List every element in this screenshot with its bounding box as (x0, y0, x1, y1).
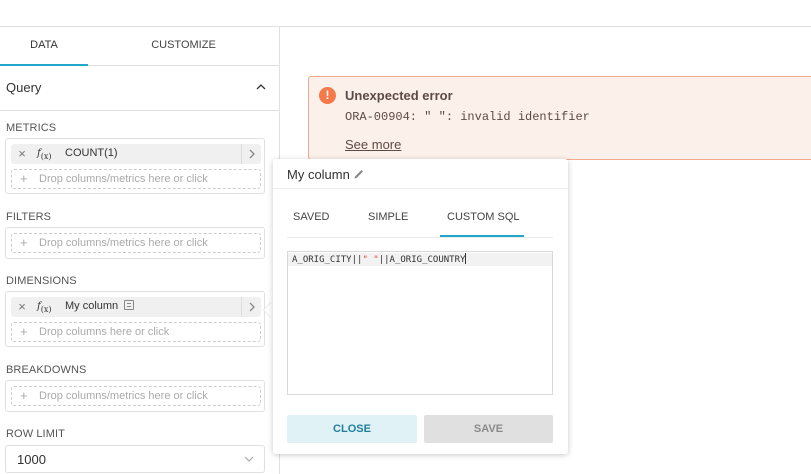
control-panel: DATA CUSTOMIZE Query METRICS × f(x) COUN… (0, 27, 280, 474)
breakdowns-drop-zone[interactable]: + Drop columns/metrics here or click (11, 386, 261, 406)
tab-simple[interactable]: SIMPLE (368, 211, 408, 223)
metrics-label: METRICS (6, 122, 57, 134)
row-limit-label: ROW LIMIT (6, 428, 65, 440)
popover-title-text: My column (287, 167, 350, 182)
row-limit-value: 1000 (17, 452, 46, 467)
filters-drop-zone[interactable]: + Drop columns/metrics here or click (11, 233, 261, 253)
remove-icon[interactable]: × (15, 299, 29, 315)
chevron-down-icon (244, 456, 254, 462)
text-cursor (465, 253, 467, 264)
column-editor-popover: My column SAVED SIMPLE CUSTOM SQL A_ORIG… (273, 159, 568, 454)
popover-arrow (264, 302, 272, 318)
dimensions-box: × f(x) My column + Drop columns here or … (5, 291, 265, 347)
popover-title[interactable]: My column (287, 167, 364, 182)
breakdowns-label: BREAKDOWNS (6, 364, 87, 376)
plus-icon: + (20, 171, 28, 186)
tab-data[interactable]: DATA (0, 27, 88, 66)
filters-label: FILTERS (6, 211, 52, 223)
drop-placeholder: Drop columns/metrics here or click (39, 173, 208, 185)
tab-customize[interactable]: CUSTOMIZE (88, 27, 279, 66)
error-message: ORA-00904: " ": invalid identifier (345, 110, 590, 124)
sql-editor[interactable]: A_ORIG_CITY||" "||A_ORIG_COUNTRY (287, 251, 553, 395)
query-title: Query (6, 80, 42, 95)
row-limit-select[interactable]: 1000 (5, 445, 265, 473)
dimensions-drop-zone[interactable]: + Drop columns here or click (11, 322, 261, 342)
close-button[interactable]: CLOSE (287, 415, 417, 443)
save-button[interactable]: SAVE (424, 415, 553, 443)
dimension-item[interactable]: × f(x) My column (11, 297, 261, 317)
pencil-icon[interactable] (353, 169, 364, 180)
metrics-drop-zone[interactable]: + Drop columns/metrics here or click (11, 169, 261, 189)
error-title: Unexpected error (345, 88, 453, 103)
drop-placeholder: Drop columns/metrics here or click (39, 390, 208, 402)
tab-saved[interactable]: SAVED (293, 211, 329, 223)
divider (0, 110, 279, 111)
panel-tabs: DATA CUSTOMIZE (0, 27, 279, 66)
sql-token: A_ORIG_CITY|| (292, 255, 363, 265)
sql-code: A_ORIG_CITY||" "||A_ORIG_COUNTRY (292, 253, 467, 267)
see-more-link[interactable]: See more (345, 137, 401, 152)
alert-icon: ! (319, 87, 336, 104)
metric-item-label: COUNT(1) (65, 147, 118, 159)
drop-placeholder: Drop columns here or click (39, 326, 170, 338)
plus-icon: + (20, 235, 28, 250)
dimension-item-text: My column (65, 300, 119, 312)
error-alert: ! Unexpected error ORA-00904: " ": inval… (308, 76, 811, 160)
plus-icon: + (20, 324, 28, 339)
calculator-icon (124, 300, 135, 310)
breakdowns-box: + Drop columns/metrics here or click (5, 380, 265, 412)
chevron-right-icon[interactable] (241, 297, 261, 317)
divider (273, 188, 568, 189)
chevron-up-icon (256, 84, 266, 90)
active-tab-indicator (440, 235, 524, 237)
dimension-item-label: My column (65, 300, 135, 312)
plus-icon: + (20, 388, 28, 403)
remove-icon[interactable]: × (15, 146, 29, 162)
metrics-box: × f(x) COUNT(1) + Drop columns/metrics h… (5, 138, 265, 194)
dimensions-label: DIMENSIONS (6, 275, 77, 287)
query-section-header[interactable]: Query (6, 80, 268, 98)
filters-box: + Drop columns/metrics here or click (5, 227, 265, 259)
top-bar (0, 0, 811, 27)
tab-custom-sql[interactable]: CUSTOM SQL (447, 211, 520, 223)
metric-item[interactable]: × f(x) COUNT(1) (11, 144, 261, 164)
chevron-right-icon[interactable] (241, 144, 261, 164)
drop-placeholder: Drop columns/metrics here or click (39, 237, 208, 249)
divider (287, 237, 553, 238)
function-icon: f(x) (37, 148, 52, 161)
function-icon: f(x) (37, 301, 52, 314)
sql-token: ||A_ORIG_COUNTRY (378, 255, 466, 265)
sql-string-token: " " (362, 255, 379, 265)
